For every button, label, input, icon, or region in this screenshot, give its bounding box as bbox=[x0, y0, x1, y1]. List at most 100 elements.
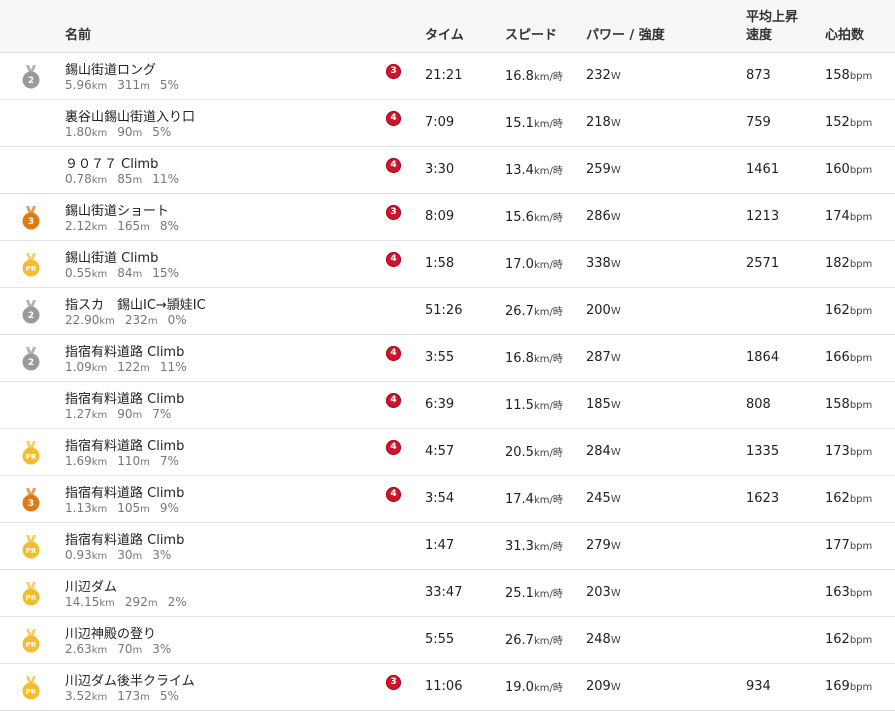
grade-value: 5% bbox=[159, 689, 179, 703]
segment-name-link[interactable]: ９０７７ Climb bbox=[65, 153, 158, 172]
distance-unit: km bbox=[91, 692, 108, 703]
table-row[interactable]: 指宿有料道路 Climb 1.27km 90m 7% 4 6:39 11.5km/時 185W… bbox=[0, 382, 895, 429]
time-value: 3:55 bbox=[425, 350, 455, 365]
table-row[interactable]: ９０７７ Climb 0.78km 85m 11% 4 3:30 13.4km/時 259W 1… bbox=[0, 147, 895, 194]
distance-value: 1.13 bbox=[65, 501, 92, 515]
svg-text:2: 2 bbox=[28, 358, 34, 368]
table-row[interactable]: 2 錫山街道ロング 5.96km 311m 5% 3 21:21 16.8km/時 232W 87… bbox=[0, 53, 895, 100]
svg-text:PR: PR bbox=[26, 688, 37, 696]
hr-value: 158 bbox=[825, 397, 850, 412]
segment-stats: 5.96km 311m 5% bbox=[65, 78, 179, 92]
speed-unit: km/時 bbox=[533, 354, 563, 365]
elevation-unit: m bbox=[147, 598, 158, 609]
power-unit: W bbox=[610, 306, 621, 317]
column-header-name[interactable]: 名前 bbox=[65, 27, 91, 45]
column-header-speed[interactable]: スピード bbox=[505, 27, 557, 45]
speed-cell: 19.0km/時 bbox=[505, 679, 563, 695]
hr-cell: 162bpm bbox=[825, 491, 872, 506]
table-row[interactable]: 3 錫山街道ショート 2.12km 165m 8% 3 8:09 15.6km/時 286W 12… bbox=[0, 194, 895, 241]
segment-name-link[interactable]: 指宿有料道路 Climb bbox=[65, 435, 184, 454]
segment-name-link[interactable]: 錫山街道ロング bbox=[65, 59, 156, 78]
distance-unit: km bbox=[91, 269, 108, 280]
hr-value: 173 bbox=[825, 444, 850, 459]
table-row[interactable]: PR 指宿有料道路 Climb 1.69km 110m 7% 4 4:57 20.5km/時 2… bbox=[0, 429, 895, 476]
hr-unit: bpm bbox=[849, 588, 873, 599]
grade-value: 8% bbox=[159, 219, 179, 233]
pr-medal-icon: PR bbox=[22, 582, 40, 606]
column-header-vam-line1[interactable]: 平均上昇 bbox=[746, 9, 798, 27]
segment-name-link[interactable]: 指宿有料道路 Climb bbox=[65, 529, 184, 548]
pr-medal-icon: PR bbox=[22, 441, 40, 465]
vam-value: 873 bbox=[746, 68, 771, 83]
segment-name-link[interactable]: 指宿有料道路 Climb bbox=[65, 482, 184, 501]
grade-value: 11% bbox=[159, 360, 187, 374]
segment-name-link[interactable]: 指宿有料道路 Climb bbox=[65, 341, 184, 360]
elevation-unit: m bbox=[140, 692, 150, 703]
table-row[interactable]: 2 指スカ 錫山IC→頴娃IC 22.90km 232m 0% 51:26 26.7km/時… bbox=[0, 288, 895, 335]
segment-stats: 2.63km 70m 3% bbox=[65, 642, 171, 656]
time-value: 21:21 bbox=[425, 68, 463, 83]
speed-value: 13.4 bbox=[505, 163, 534, 178]
elevation-value: 70 bbox=[117, 642, 133, 656]
power-value: 286 bbox=[586, 209, 611, 224]
power-unit: W bbox=[610, 259, 621, 270]
vam-value: 1213 bbox=[746, 209, 780, 224]
climb-category-badge: 3 bbox=[386, 205, 401, 220]
pr-medal-icon: PR bbox=[22, 676, 40, 700]
segment-name-link[interactable]: 指スカ 錫山IC→頴娃IC bbox=[65, 294, 206, 313]
segment-name-link[interactable]: 裏谷山錫山街道入り口 bbox=[65, 106, 195, 125]
table-row[interactable]: PR 川辺ダム 14.15km 292m 2% 33:47 25.1km/時 203W 163b… bbox=[0, 570, 895, 617]
table-row[interactable]: 3 指宿有料道路 Climb 1.13km 105m 9% 4 3:54 17.4km/時 24… bbox=[0, 476, 895, 523]
segment-name-link[interactable]: 川辺ダム bbox=[65, 576, 117, 595]
column-header-power[interactable]: パワー / 強度 bbox=[586, 27, 665, 45]
segment-stats: 1.13km 105m 9% bbox=[65, 501, 179, 515]
vam-value: 808 bbox=[746, 397, 771, 412]
segment-name-link[interactable]: 川辺神殿の登り bbox=[65, 623, 156, 642]
grade-value: 9% bbox=[159, 501, 179, 515]
speed-cell: 16.8km/時 bbox=[505, 68, 563, 84]
column-header-hr[interactable]: 心拍数 bbox=[825, 27, 864, 45]
climb-category-badge: 3 bbox=[386, 64, 401, 79]
elevation-unit: m bbox=[132, 175, 143, 186]
column-header-vam-line2[interactable]: 速度 bbox=[746, 27, 772, 45]
silver-medal-icon: 2 bbox=[22, 347, 40, 371]
power-cell: 286W bbox=[586, 209, 621, 224]
elevation-unit: m bbox=[140, 363, 150, 374]
power-value: 185 bbox=[586, 397, 611, 412]
table-row[interactable]: 2 指宿有料道路 Climb 1.09km 122m 11% 4 3:55 16.8km/時 2… bbox=[0, 335, 895, 382]
distance-value: 1.27 bbox=[65, 407, 92, 421]
hr-cell: 166bpm bbox=[825, 350, 872, 365]
power-unit: W bbox=[610, 165, 621, 176]
pr-medal-icon: PR bbox=[22, 535, 40, 559]
table-row[interactable]: PR 川辺神殿の登り 2.63km 70m 3% 5:55 26.7km/時 248W 162b… bbox=[0, 617, 895, 664]
segment-name-link[interactable]: 川辺ダム後半クライム bbox=[65, 670, 195, 689]
hr-cell: 160bpm bbox=[825, 162, 872, 177]
table-row[interactable]: 裏谷山錫山街道入り口 1.80km 90m 5% 4 7:09 15.1km/時 218W 75… bbox=[0, 100, 895, 147]
svg-text:2: 2 bbox=[28, 76, 34, 86]
power-unit: W bbox=[610, 588, 621, 599]
speed-value: 17.4 bbox=[505, 492, 534, 507]
hr-unit: bpm bbox=[849, 541, 873, 552]
hr-unit: bpm bbox=[849, 447, 873, 458]
speed-value: 19.0 bbox=[505, 680, 534, 695]
hr-cell: 158bpm bbox=[825, 68, 872, 83]
time-value: 4:57 bbox=[425, 444, 455, 459]
segment-name-link[interactable]: 指宿有料道路 Climb bbox=[65, 388, 184, 407]
table-row[interactable]: PR 指宿有料道路 Climb 0.93km 30m 3% 1:47 31.3km/時 279… bbox=[0, 523, 895, 570]
elevation-value: 105 bbox=[117, 501, 141, 515]
elevation-unit: m bbox=[140, 504, 150, 515]
segment-stats: 3.52km 173m 5% bbox=[65, 689, 179, 703]
grade-value: 5% bbox=[159, 78, 179, 92]
segment-name-link[interactable]: 錫山街道ショート bbox=[65, 200, 169, 219]
bronze-medal-icon: 3 bbox=[22, 488, 40, 512]
climb-category-badge: 4 bbox=[386, 111, 401, 126]
hr-value: 163 bbox=[825, 585, 850, 600]
speed-unit: km/時 bbox=[533, 307, 563, 318]
column-header-time[interactable]: タイム bbox=[425, 27, 464, 45]
table-row[interactable]: PR 川辺ダム後半クライム 3.52km 173m 5% 3 11:06 19.0km/時 20… bbox=[0, 664, 895, 711]
elevation-value: 84 bbox=[117, 266, 133, 280]
grade-value: 5% bbox=[152, 125, 172, 139]
table-row[interactable]: PR 錫山街道 Climb 0.55km 84m 15% 4 1:58 17.0km/時 338… bbox=[0, 241, 895, 288]
segment-name-link[interactable]: 錫山街道 Climb bbox=[65, 247, 158, 266]
hr-unit: bpm bbox=[849, 494, 873, 505]
